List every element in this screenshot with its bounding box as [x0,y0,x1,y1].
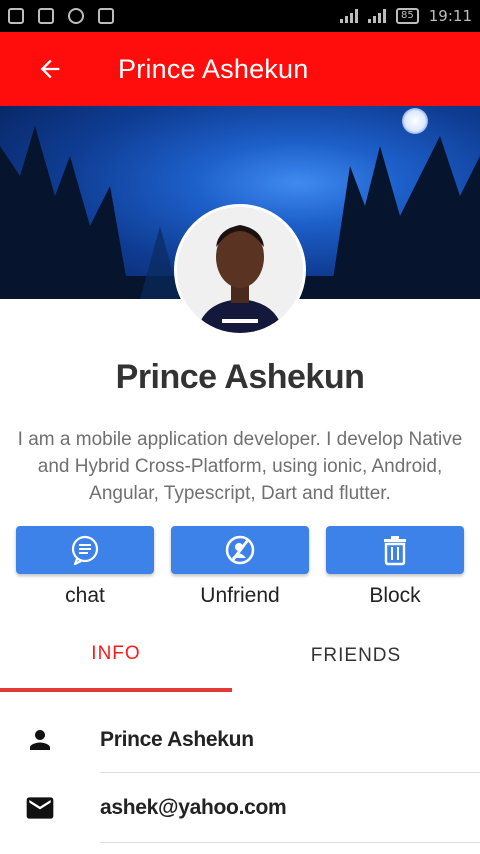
arrow-left-icon[interactable] [30,49,70,89]
notification-icon [8,8,24,24]
profile-tabs: INFO FRIENDS [0,620,480,692]
row-divider [100,842,480,843]
chat-action: chat [16,526,154,608]
block-action: Block [326,526,464,608]
info-row-email: ashek@yahoo.com [0,774,480,842]
app-bar: Prince Ashekun [0,32,480,106]
sync-icon [68,8,84,24]
tab-info[interactable]: INFO [0,620,232,692]
status-time: 19:11 [428,7,472,25]
info-email-value[interactable]: ashek@yahoo.com [100,796,287,820]
chat-bubble-icon [71,535,99,566]
block-button[interactable] [326,526,464,574]
trash-icon [384,536,406,566]
unfriend-button[interactable] [171,526,309,574]
battery-icon: 85 [396,8,419,24]
tab-friends[interactable]: FRIENDS [232,620,480,692]
person-icon [0,725,100,755]
page-title: Prince Ashekun [118,53,309,84]
unfriend-action: Unfriend [171,526,309,608]
unfriend-icon [225,535,255,565]
profile-bio: I am a mobile application developer. I d… [17,429,463,504]
signal-icon [340,9,359,23]
download-icon [98,8,114,24]
unfriend-label: Unfriend [200,584,280,607]
block-label: Block [369,584,421,607]
avatar [174,204,306,336]
signal-icon-2 [368,9,387,23]
info-name-value: Prince Ashekun [100,728,254,751]
info-row-name: Prince Ashekun [0,706,480,774]
chat-label: chat [65,584,105,607]
row-divider [100,772,480,773]
mail-icon [0,792,100,824]
image-notification-icon [38,8,54,24]
chat-button[interactable] [16,526,154,574]
action-buttons: chat Unfriend Block [16,526,464,608]
status-bar: 85 19:11 [0,0,480,32]
profile-name: Prince Ashekun [115,358,365,396]
